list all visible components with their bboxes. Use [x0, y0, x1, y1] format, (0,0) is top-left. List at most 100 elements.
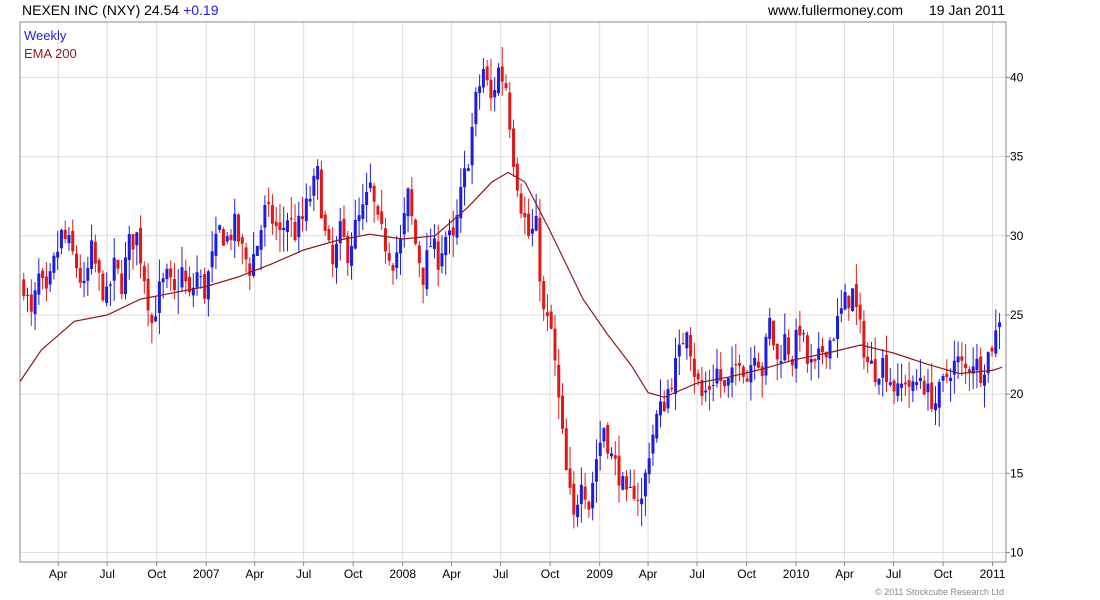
candle-body — [90, 240, 94, 269]
candle-body — [979, 356, 983, 384]
candle-body — [813, 358, 817, 362]
candle-body — [71, 230, 75, 252]
candle-body — [391, 265, 395, 271]
x-tick-label: Apr — [639, 567, 658, 581]
candle-body — [666, 389, 670, 409]
candle-body — [933, 403, 937, 411]
candle-body — [869, 360, 873, 364]
candle-body — [372, 185, 376, 202]
candle-body — [447, 230, 451, 236]
candle-body — [221, 229, 225, 246]
candle-body — [609, 453, 613, 457]
candle-body — [470, 126, 474, 166]
copyright-notice: © 2011 Stockcube Research Ltd — [874, 587, 1004, 597]
candle-body — [907, 380, 911, 387]
candle-body — [402, 213, 406, 235]
candle-body — [557, 364, 561, 398]
candle-body — [380, 211, 384, 224]
candle-body — [229, 234, 233, 241]
candle-body — [112, 257, 116, 281]
candle-body — [756, 361, 760, 368]
candle-body — [259, 230, 263, 250]
candle-body — [67, 234, 71, 244]
candle-body — [576, 504, 580, 518]
candle-body — [41, 270, 45, 279]
candle-body — [881, 358, 885, 378]
candle-body — [210, 251, 214, 268]
candle-body — [22, 279, 26, 296]
candle-body — [395, 252, 399, 268]
x-tick-label: Jul — [296, 567, 311, 581]
candle-body — [956, 356, 960, 363]
x-tick-label: 2007 — [193, 567, 220, 581]
candle-body — [719, 369, 723, 382]
candle-body — [583, 486, 587, 500]
candle-body — [316, 166, 320, 180]
candle-body — [252, 254, 256, 276]
candle-body — [594, 459, 598, 482]
candle-body — [165, 268, 169, 280]
candle-body — [621, 476, 625, 490]
candle-body — [771, 320, 775, 346]
candle-body — [33, 290, 37, 315]
x-tick-label: Jul — [493, 567, 508, 581]
candle-body — [832, 339, 836, 341]
candle-body — [685, 332, 689, 349]
y-tick-label: 10 — [1010, 545, 1024, 559]
candle-body — [195, 272, 199, 288]
candle-body — [278, 222, 282, 230]
candle-body — [399, 238, 403, 254]
candle-body — [982, 374, 986, 386]
candle-body — [941, 375, 945, 381]
candle-body — [451, 227, 455, 236]
y-tick-label: 20 — [1010, 387, 1024, 401]
candle-body — [319, 169, 323, 219]
candle-body — [572, 483, 576, 515]
candle-body — [131, 234, 135, 250]
candle-body — [994, 330, 998, 354]
x-tick-label: Oct — [344, 567, 363, 581]
y-tick-label: 15 — [1010, 466, 1024, 480]
candle-body — [308, 198, 312, 202]
candle-body — [877, 378, 881, 385]
candle-body — [704, 390, 708, 393]
candle-body — [218, 225, 222, 230]
candle-body — [760, 366, 764, 377]
price-chart: 10 15 20 25 30 35 40 Apr Jul Oct 2007 Apr Jul Oct 2008… — [19, 21, 1024, 581]
candle-body — [764, 336, 768, 376]
candle-body — [632, 485, 636, 499]
candle-body — [828, 340, 832, 359]
candle-body — [734, 364, 738, 366]
candle-body — [530, 228, 534, 234]
candle-body — [726, 378, 730, 386]
candle-body — [896, 383, 900, 397]
candle-body — [59, 229, 63, 249]
candle-body — [323, 214, 327, 231]
x-tick-label: Oct — [541, 567, 560, 581]
candle-body — [926, 383, 930, 393]
candle-body — [915, 382, 919, 385]
candle-body — [561, 395, 565, 429]
candle-body — [383, 228, 387, 252]
candle-body — [97, 260, 101, 273]
candle-body — [240, 237, 244, 244]
legend-ema-200: EMA 200 — [24, 46, 77, 61]
x-tick-label: Apr — [442, 567, 461, 581]
candle-body — [237, 214, 241, 242]
candle-body — [783, 334, 787, 361]
x-tick-label: Jul — [886, 567, 901, 581]
x-tick-label: 2008 — [389, 567, 416, 581]
plot-area — [20, 22, 1006, 562]
candle-body — [534, 216, 538, 231]
candle-body — [342, 218, 346, 237]
candle-body — [425, 250, 429, 290]
candle-body — [225, 236, 229, 242]
candle-body — [820, 345, 824, 353]
candle-body — [960, 356, 964, 361]
candle-body — [553, 328, 557, 361]
candle-body — [101, 273, 105, 301]
candle-body — [161, 278, 165, 283]
candle-body — [436, 241, 440, 270]
candle-body — [154, 316, 158, 322]
candle-body — [361, 204, 365, 219]
